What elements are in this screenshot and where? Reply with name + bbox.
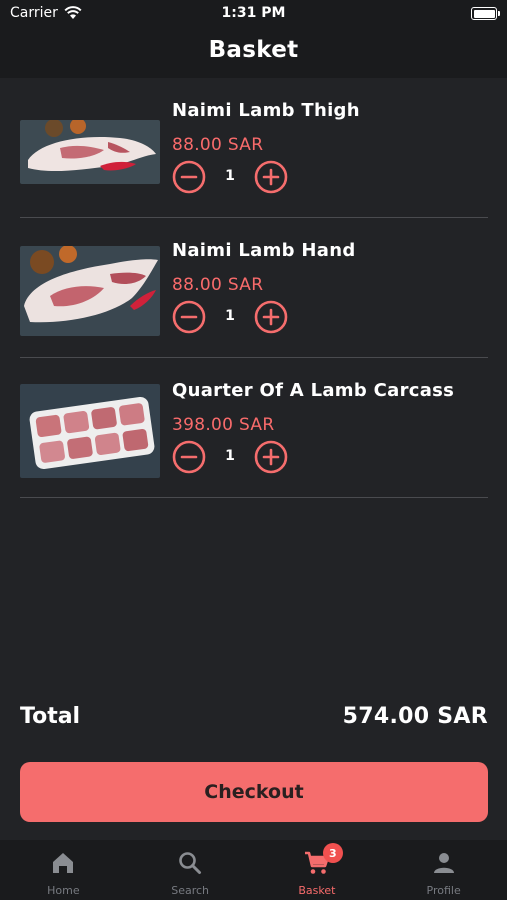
minus-circle-icon [172, 440, 206, 474]
product-image [20, 384, 160, 478]
search-icon [176, 849, 204, 877]
person-icon [430, 849, 458, 877]
tab-label: Search [171, 884, 210, 897]
decrease-button[interactable] [172, 440, 206, 474]
increase-button[interactable] [254, 440, 288, 474]
increase-button[interactable] [254, 300, 288, 334]
product-image [20, 120, 160, 184]
top-bar: Carrier 1:31 PM Basket [0, 0, 507, 78]
total-label: Total [20, 704, 81, 729]
product-name: Quarter Of A Lamb Carcass [172, 380, 455, 401]
quantity-stepper: 1 [172, 160, 292, 194]
plus-circle-icon [254, 160, 288, 194]
tab-label: Basket [298, 884, 336, 897]
tab-label: Home [47, 884, 80, 897]
cart-badge: 3 [322, 843, 343, 863]
tab-search[interactable]: Search [127, 840, 254, 900]
basket-screen: Carrier 1:31 PM Basket Naimi Lamb Thigh … [0, 0, 507, 900]
product-image [20, 246, 160, 336]
quantity-value: 1 [225, 448, 235, 464]
page-title: Basket [208, 37, 299, 63]
quantity-stepper: 1 [172, 440, 292, 474]
tab-label: Profile [426, 884, 461, 897]
product-name: Naimi Lamb Hand [172, 240, 356, 261]
tab-basket[interactable]: 3 Basket [254, 840, 381, 900]
status-bar: Carrier 1:31 PM [0, 0, 507, 28]
total-value: 574.00 SAR [342, 704, 488, 729]
decrease-button[interactable] [172, 300, 206, 334]
checkout-button[interactable]: Checkout [20, 762, 488, 822]
tab-profile[interactable]: Profile [380, 840, 507, 900]
quantity-stepper: 1 [172, 300, 292, 334]
increase-button[interactable] [254, 160, 288, 194]
plus-circle-icon [254, 300, 288, 334]
product-price: 88.00 SAR [172, 135, 264, 155]
tab-home[interactable]: Home [0, 840, 127, 900]
product-name: Naimi Lamb Thigh [172, 100, 360, 121]
plus-circle-icon [254, 440, 288, 474]
tab-bar: Home Search 3 Basket Profile [0, 840, 507, 900]
minus-circle-icon [172, 300, 206, 334]
basket-item: Quarter Of A Lamb Carcass 398.00 SAR 1 [20, 358, 488, 498]
quantity-value: 1 [225, 168, 235, 184]
product-price: 398.00 SAR [172, 415, 275, 435]
status-time: 1:31 PM [221, 5, 286, 21]
cart-icon: 3 [303, 843, 343, 877]
decrease-button[interactable] [172, 160, 206, 194]
total-row: Total 574.00 SAR [20, 704, 488, 736]
home-icon [49, 849, 77, 877]
basket-item: Naimi Lamb Thigh 88.00 SAR 1 [20, 78, 488, 218]
product-price: 88.00 SAR [172, 275, 264, 295]
basket-item: Naimi Lamb Hand 88.00 SAR 1 [20, 218, 488, 358]
minus-circle-icon [172, 160, 206, 194]
battery-icon [471, 7, 500, 20]
quantity-value: 1 [225, 308, 235, 324]
